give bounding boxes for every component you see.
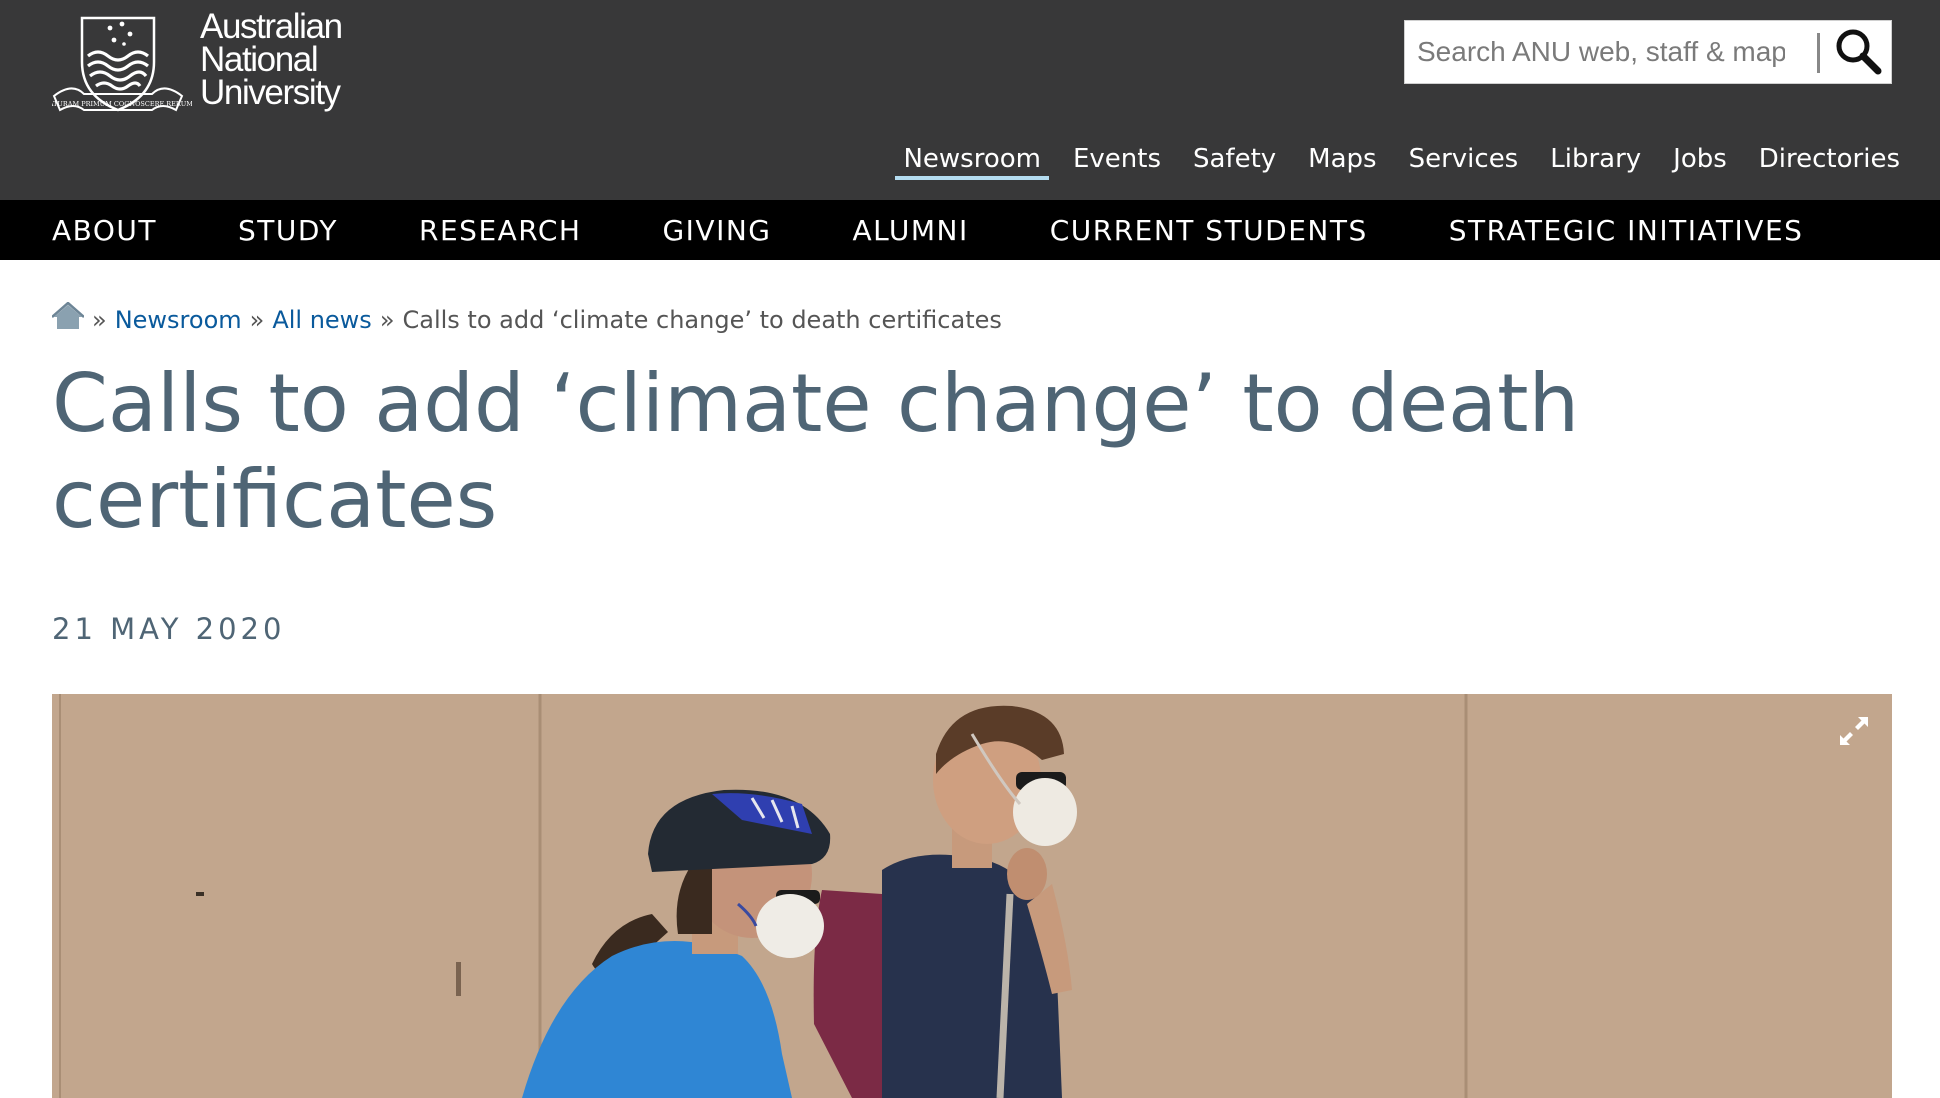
hero-image bbox=[52, 694, 1892, 1098]
breadcrumb-newsroom[interactable]: Newsroom bbox=[115, 306, 242, 334]
breadcrumb-current: Calls to add ‘climate change’ to death c… bbox=[402, 306, 1002, 334]
logo-line-1: Australian bbox=[200, 7, 343, 46]
breadcrumb: » Newsroom » All news » Calls to add ‘cl… bbox=[52, 300, 1002, 340]
utility-nav: Newsroom Events Safety Maps Services Lib… bbox=[887, 138, 1940, 182]
utility-nav-services[interactable]: Services bbox=[1401, 138, 1527, 180]
logo-line-3: University bbox=[200, 73, 341, 112]
expand-image-button[interactable] bbox=[1834, 712, 1874, 752]
main-nav-about[interactable]: ABOUT bbox=[52, 214, 157, 247]
breadcrumb-separator: » bbox=[379, 306, 395, 334]
anu-crest-icon: NATURAM PRIMUM COGNOSCERE RERUM bbox=[52, 16, 192, 112]
expand-icon bbox=[1840, 716, 1868, 745]
search-box bbox=[1404, 20, 1892, 84]
site-header: NATURAM PRIMUM COGNOSCERE RERUM Australi… bbox=[0, 0, 1940, 200]
utility-nav-library[interactable]: Library bbox=[1542, 138, 1649, 180]
page-title-line-1: Calls to add ‘climate change’ to death bbox=[52, 357, 1580, 450]
search-button[interactable] bbox=[1825, 21, 1891, 83]
breadcrumb-home-link[interactable] bbox=[52, 302, 84, 338]
logo-wordmark: Australian National University bbox=[200, 7, 343, 112]
main-nav-strategic-initiatives[interactable]: STRATEGIC INITIATIVES bbox=[1449, 214, 1804, 247]
main-nav: ABOUT STUDY RESEARCH GIVING ALUMNI CURRE… bbox=[0, 200, 1940, 260]
utility-nav-maps[interactable]: Maps bbox=[1300, 138, 1384, 180]
utility-nav-newsroom[interactable]: Newsroom bbox=[895, 138, 1049, 180]
home-icon bbox=[52, 302, 84, 329]
page-title: Calls to add ‘climate change’ to death c… bbox=[52, 356, 1652, 548]
main-nav-current-students[interactable]: CURRENT STUDENTS bbox=[1050, 214, 1368, 247]
breadcrumb-all-news[interactable]: All news bbox=[272, 306, 372, 334]
utility-nav-directories[interactable]: Directories bbox=[1751, 138, 1908, 180]
utility-nav-safety[interactable]: Safety bbox=[1185, 138, 1284, 180]
breadcrumb-separator: » bbox=[249, 306, 265, 334]
logo-line-2: National bbox=[200, 40, 319, 79]
main-nav-research[interactable]: RESEARCH bbox=[419, 214, 581, 247]
main-nav-study[interactable]: STUDY bbox=[238, 214, 338, 247]
publication-date: 21 MAY 2020 bbox=[52, 612, 286, 646]
search-divider bbox=[1817, 33, 1820, 73]
main-nav-giving[interactable]: GIVING bbox=[662, 214, 771, 247]
utility-nav-jobs[interactable]: Jobs bbox=[1665, 138, 1735, 180]
main-nav-alumni[interactable]: ALUMNI bbox=[852, 214, 968, 247]
search-icon bbox=[1836, 29, 1882, 74]
utility-nav-events[interactable]: Events bbox=[1065, 138, 1169, 180]
anu-logo[interactable]: NATURAM PRIMUM COGNOSCERE RERUM Australi… bbox=[52, 7, 362, 120]
hero-photo bbox=[52, 694, 1892, 1098]
breadcrumb-separator: » bbox=[92, 306, 107, 334]
search-input[interactable] bbox=[1405, 21, 1785, 83]
crest-motto: NATURAM PRIMUM COGNOSCERE RERUM bbox=[52, 100, 192, 108]
page-title-line-2: certificates bbox=[52, 453, 498, 546]
